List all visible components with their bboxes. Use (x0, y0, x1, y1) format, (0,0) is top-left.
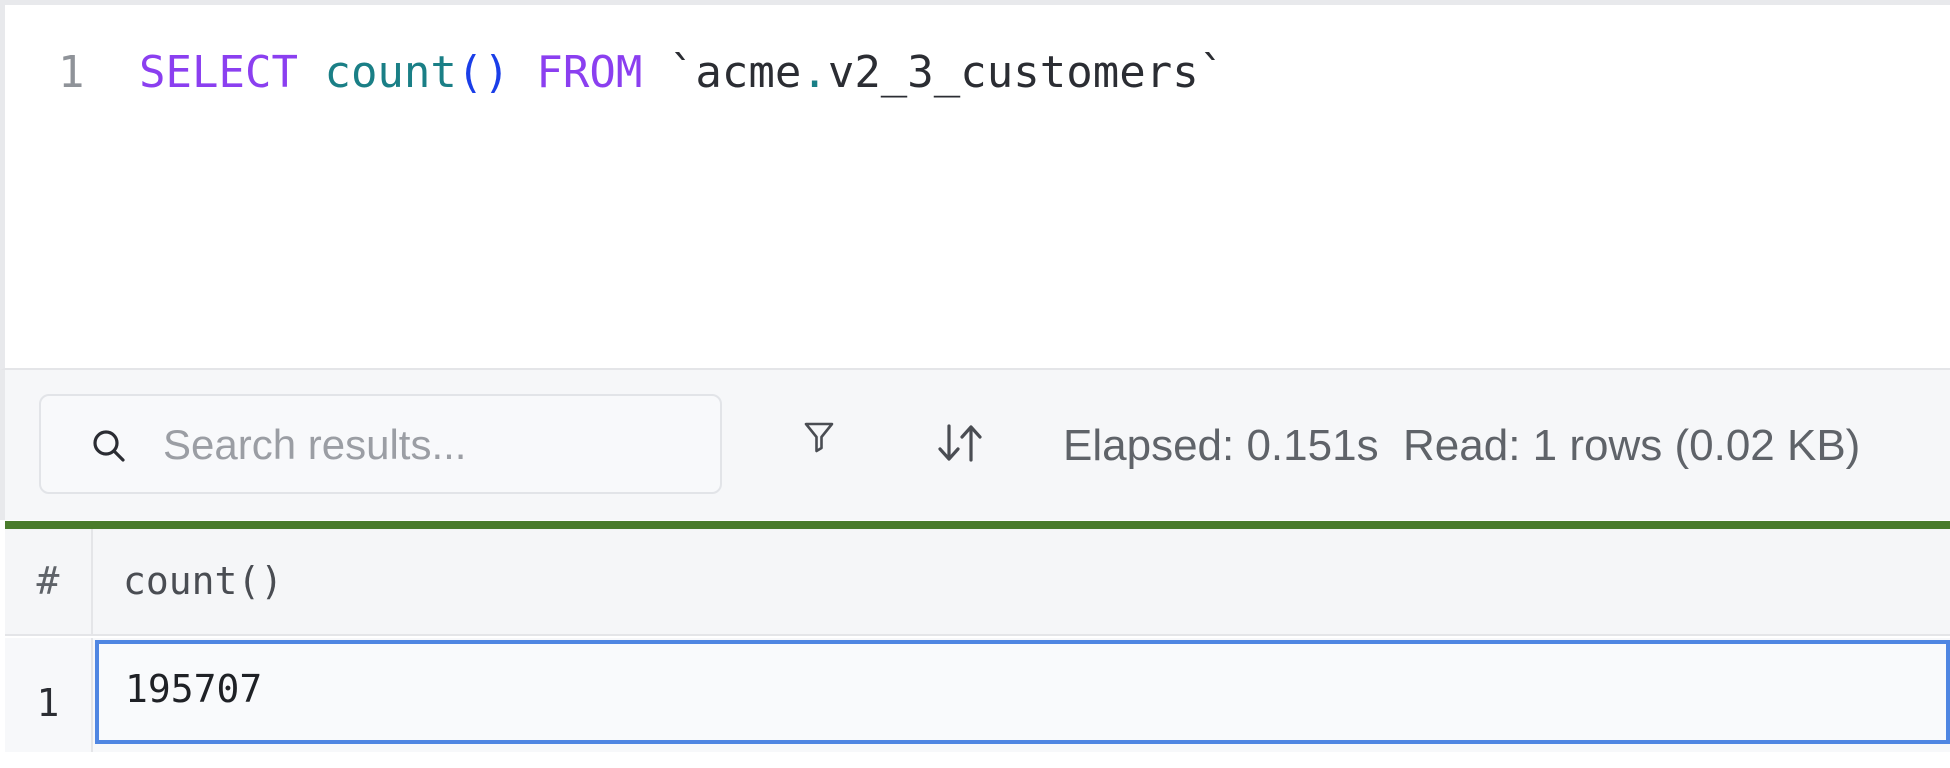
sort-icon[interactable] (935, 420, 985, 466)
search-icon (91, 428, 127, 464)
column-header-count[interactable]: count() (123, 529, 283, 634)
dot-separator: . (801, 47, 828, 98)
elapsed-stat: Elapsed: 0.151s (1063, 421, 1379, 470)
results-table: # count() 1 195707 (0, 529, 1950, 752)
search-input[interactable] (161, 416, 685, 474)
keyword-from: FROM (536, 47, 643, 98)
table-header-row: # count() (5, 529, 1950, 636)
query-progress-bar (5, 521, 1950, 529)
backtick-open: ` (668, 47, 696, 98)
sql-query-text[interactable]: SELECT count() FROM `acme.v2_3_customers… (139, 45, 1225, 101)
read-stat: Read: 1 rows (0.02 KB) (1403, 421, 1861, 470)
line-number: 1 (58, 47, 85, 98)
code-line[interactable]: 1 SELECT count() FROM `acme.v2_3_custome… (5, 45, 1950, 101)
row-number-header: # (5, 529, 93, 634)
selected-cell[interactable]: 195707 (95, 640, 1950, 744)
schema-name: acme (695, 47, 802, 98)
function-count: count (324, 47, 457, 98)
query-editor[interactable]: 1 SELECT count() FROM `acme.v2_3_custome… (0, 0, 1950, 370)
row-number-cell: 1 (5, 638, 93, 752)
table-row: 1 195707 (5, 638, 1950, 752)
progress-fill (5, 521, 1950, 529)
query-stats: Elapsed: 0.151s Read: 1 rows (0.02 KB) (1063, 418, 1860, 474)
table-name: v2_3_customers (827, 47, 1199, 98)
results-toolbar: Elapsed: 0.151s Read: 1 rows (0.02 KB) (0, 370, 1950, 520)
search-box[interactable] (39, 394, 722, 494)
function-parens: () (456, 47, 510, 98)
keyword-select: SELECT (139, 47, 298, 98)
filter-icon[interactable] (803, 420, 835, 454)
backtick-close: ` (1198, 47, 1226, 98)
